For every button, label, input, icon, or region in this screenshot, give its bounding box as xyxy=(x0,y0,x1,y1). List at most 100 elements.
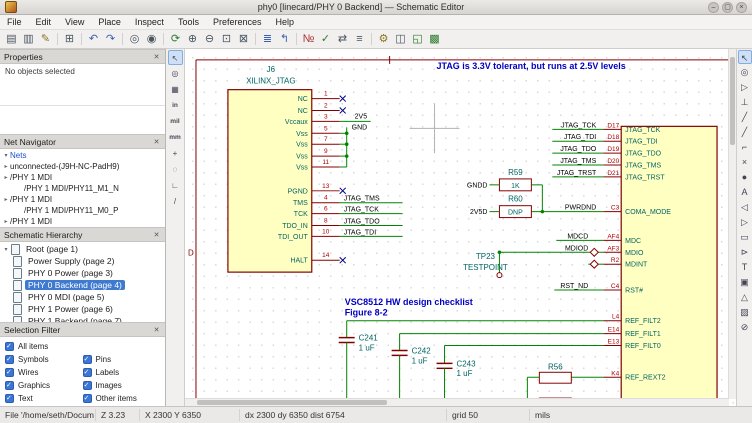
textbox-icon[interactable]: ▣ xyxy=(738,275,752,289)
vertical-scrollbar-thumb[interactable] xyxy=(730,57,735,145)
find-icon[interactable]: ◎ xyxy=(126,32,143,47)
sheet-settings-icon[interactable]: ▤ xyxy=(3,32,20,47)
schematic-drawing[interactable]: D JTAG is 3.3V tolerant, but runs at 2.5… xyxy=(185,49,736,406)
app-icon[interactable] xyxy=(5,1,17,13)
ic-vsc8512[interactable]: D17JTAG_TCK D18JTAG_TDI D19JTAG_TDO D20J… xyxy=(603,122,717,406)
horizontal-scrollbar[interactable] xyxy=(185,398,729,406)
global-label-marker[interactable] xyxy=(590,248,598,256)
jtag-note-text[interactable]: JTAG is 3.3V tolerant, but runs at 2.5V … xyxy=(437,61,626,71)
net-tree-root[interactable]: ▾ Nets xyxy=(2,150,163,161)
net-label-gndd[interactable]: GNDD xyxy=(467,182,488,189)
zoom-in-icon[interactable]: ⊕ xyxy=(184,32,201,47)
menu-help[interactable]: Help xyxy=(268,17,301,27)
selection-tool-icon[interactable]: ↖ xyxy=(738,50,752,64)
filter-wires[interactable]: Wires xyxy=(5,366,83,379)
checkbox-icon[interactable] xyxy=(83,368,92,377)
menu-preferences[interactable]: Preferences xyxy=(206,17,269,27)
checkbox-icon[interactable] xyxy=(83,381,92,390)
checkbox-icon[interactable] xyxy=(5,381,14,390)
hierarchy-item[interactable]: PHY 1 Backend (page 7) xyxy=(2,315,163,322)
menu-place[interactable]: Place xyxy=(91,17,128,27)
find-replace-icon[interactable]: ◉ xyxy=(143,32,160,47)
zoom-out-icon[interactable]: ⊖ xyxy=(201,32,218,47)
capacitor-c241[interactable]: C241 1 uF xyxy=(339,321,379,406)
expander-icon[interactable]: ▾ xyxy=(2,246,10,253)
filter-labels[interactable]: Labels xyxy=(83,366,161,379)
bom-icon[interactable]: ≡ xyxy=(351,32,368,47)
sheet-icon[interactable]: ▭ xyxy=(738,230,752,244)
cursor-shape-icon[interactable]: + xyxy=(168,146,183,161)
net-label-jtag-tdo[interactable]: JTAG_TDO xyxy=(344,219,381,226)
net-label-mdcd[interactable]: MDCD xyxy=(567,233,588,240)
selection-tool-icon[interactable]: ↖ xyxy=(168,50,183,65)
delete-icon[interactable]: ⊘ xyxy=(738,320,752,334)
net-label-jtag-tdi[interactable]: JTAG_TDI xyxy=(564,134,596,141)
net-label-jtag-tdo[interactable]: JTAG_TDO xyxy=(560,146,597,153)
filter-images[interactable]: Images xyxy=(83,379,161,392)
hierarchy-item-current[interactable]: PHY 0 Backend (page 4) xyxy=(2,279,163,291)
menu-tools[interactable]: Tools xyxy=(171,17,206,27)
hierarchy-item[interactable]: PHY 0 MDI (page 5) xyxy=(2,291,163,303)
expander-icon[interactable]: ▸ xyxy=(2,196,10,203)
no-connect-icon[interactable]: × xyxy=(738,155,752,169)
print-icon[interactable]: ▥ xyxy=(20,32,37,47)
refresh-icon[interactable]: ⟳ xyxy=(167,32,184,47)
net-tree-item[interactable]: ▸ /PHY 1 MDI xyxy=(2,172,163,183)
footprint-editor-icon[interactable]: ◱ xyxy=(409,32,426,47)
hierarchy-item[interactable]: Power Supply (page 2) xyxy=(2,255,163,267)
filter-symbols[interactable]: Symbols xyxy=(5,353,83,366)
junction-icon[interactable]: ● xyxy=(738,170,752,184)
global-label-icon[interactable]: ◁ xyxy=(738,200,752,214)
wire-tool-icon[interactable]: ╱ xyxy=(738,110,752,124)
net-tree-item[interactable]: ▸ unconnected-(J9H-NC-PadH9) xyxy=(2,161,163,172)
filter-graphics[interactable]: Graphics xyxy=(5,379,83,392)
checkbox-icon[interactable] xyxy=(83,355,92,364)
maximize-button[interactable]: ▢ xyxy=(722,2,733,13)
capacitor-c243[interactable]: C243 1 uF xyxy=(437,346,477,406)
image-icon[interactable]: ▨ xyxy=(738,305,752,319)
horizontal-scrollbar-thumb[interactable] xyxy=(197,400,387,405)
menu-file[interactable]: File xyxy=(0,17,29,27)
sheet-pin-icon[interactable]: ⊳ xyxy=(738,245,752,259)
net-label-rst-nd[interactable]: RST_ND xyxy=(560,283,588,290)
assign-footprints-icon[interactable]: ⇄ xyxy=(334,32,351,47)
hierarchy-item[interactable]: PHY 0 Power (page 3) xyxy=(2,267,163,279)
hv-wires-icon[interactable]: ∟ xyxy=(168,178,183,193)
close-icon[interactable]: ✕ xyxy=(152,53,161,61)
checkbox-icon[interactable] xyxy=(83,394,92,403)
global-label-marker[interactable] xyxy=(590,260,598,268)
net-tree-item[interactable]: ▸ /PHY 1 MDI xyxy=(2,194,163,205)
units-mils-icon[interactable]: mil xyxy=(168,114,183,129)
expander-icon[interactable]: ▾ xyxy=(2,152,10,159)
resistor-r59[interactable]: R59 1K xyxy=(499,168,531,191)
close-icon[interactable]: ✕ xyxy=(152,138,161,146)
checklist-note-line2[interactable]: Figure 8-2 xyxy=(345,308,388,318)
hierarchy-item[interactable]: PHY 1 Power (page 6) xyxy=(2,303,163,315)
net-label-gnd[interactable]: GND xyxy=(352,124,368,131)
close-icon[interactable]: ✕ xyxy=(152,326,161,334)
net-tree-item[interactable]: /PHY 1 MDI/PHY11_M1_N xyxy=(2,183,163,194)
symbol-library-icon[interactable]: ◫ xyxy=(392,32,409,47)
highlight-net-icon[interactable]: ◎ xyxy=(168,66,183,81)
hier-label-icon[interactable]: ▷ xyxy=(738,215,752,229)
pin[interactable]: D17JTAG_TCK xyxy=(603,122,660,133)
hierarchy-navigator-icon[interactable]: ≣ xyxy=(259,32,276,47)
close-button[interactable]: × xyxy=(736,2,747,13)
j6-reference[interactable]: J6 xyxy=(267,65,276,74)
place-power-icon[interactable]: ⊥ xyxy=(738,95,752,109)
menu-view[interactable]: View xyxy=(58,17,91,27)
net-label-mdiod[interactable]: MDIOD xyxy=(565,245,588,252)
j6-wiring[interactable]: 2V5 GND JTAG_TMS JTAG_TCK JT xyxy=(340,113,403,236)
expander-icon[interactable]: ▸ xyxy=(2,174,10,181)
bus-tool-icon[interactable]: ╱ xyxy=(738,125,752,139)
no-connect-flags[interactable] xyxy=(340,96,346,264)
net-label-jtag-tck[interactable]: JTAG_TCK xyxy=(561,122,597,129)
menu-inspect[interactable]: Inspect xyxy=(128,17,171,27)
net-label-jtag-tck[interactable]: JTAG_TCK xyxy=(344,207,380,214)
checkbox-icon[interactable] xyxy=(5,368,14,377)
units-mm-icon[interactable]: mm xyxy=(168,130,183,145)
plot-icon[interactable]: ✎ xyxy=(37,32,54,47)
j6-value[interactable]: XILINX_JTAG xyxy=(246,77,295,86)
wire-entry-icon[interactable]: ⌐ xyxy=(738,140,752,154)
expander-icon[interactable]: ▸ xyxy=(2,163,10,170)
